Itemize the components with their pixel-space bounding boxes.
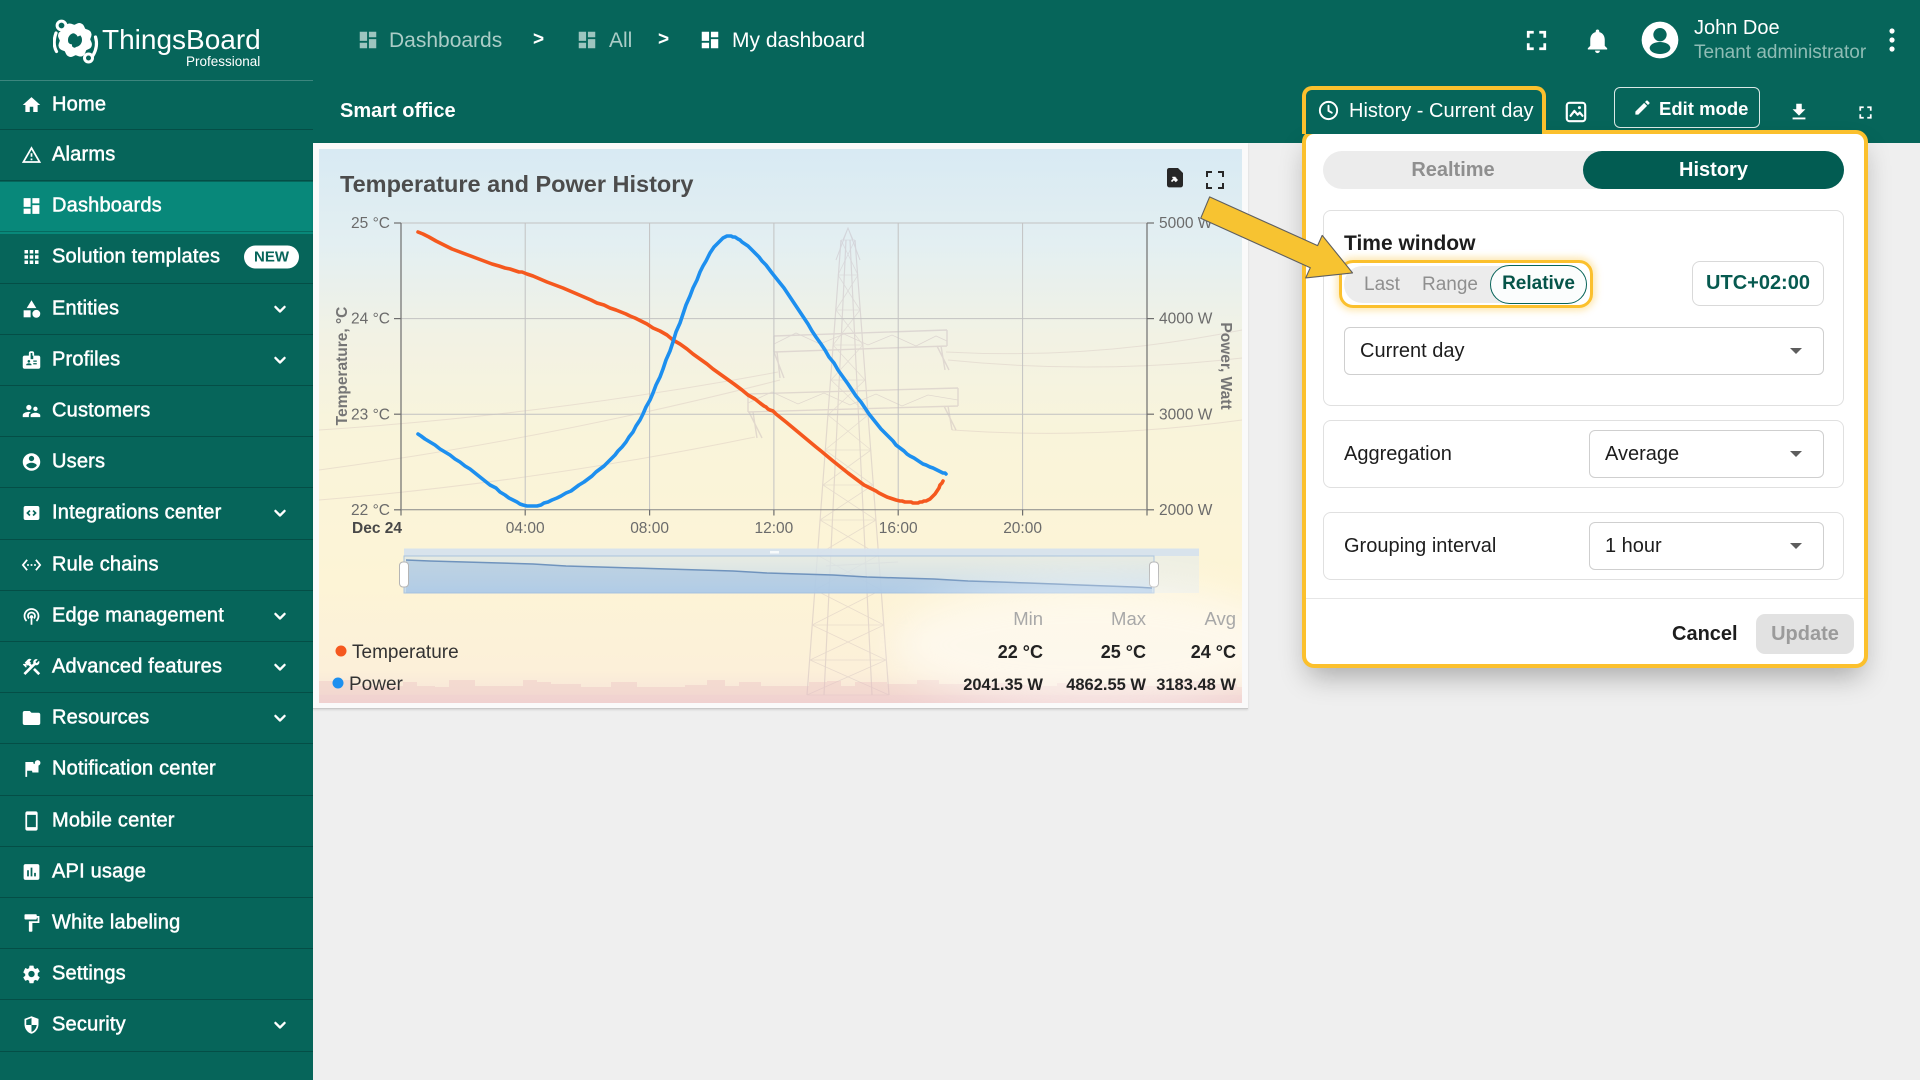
svg-text:3000 W: 3000 W bbox=[1159, 406, 1213, 423]
svg-text:25 °C: 25 °C bbox=[351, 215, 390, 232]
svg-text:22 °C: 22 °C bbox=[351, 502, 390, 519]
svg-text:3183.48 W: 3183.48 W bbox=[1156, 676, 1236, 694]
svg-text:Temperature, °C: Temperature, °C bbox=[334, 307, 351, 426]
svg-text:16:00: 16:00 bbox=[879, 520, 918, 537]
svg-text:Avg: Avg bbox=[1204, 608, 1236, 629]
svg-text:Power, Watt: Power, Watt bbox=[1217, 322, 1234, 409]
svg-text:Min: Min bbox=[1013, 608, 1043, 629]
svg-text:04:00: 04:00 bbox=[506, 520, 545, 537]
svg-text:Power: Power bbox=[349, 674, 404, 695]
svg-text:Temperature: Temperature bbox=[352, 642, 459, 663]
svg-text:12:00: 12:00 bbox=[755, 520, 794, 537]
svg-text:20:00: 20:00 bbox=[1003, 520, 1042, 537]
svg-text:2000 W: 2000 W bbox=[1159, 502, 1213, 519]
svg-text:Dec 24: Dec 24 bbox=[352, 520, 402, 537]
svg-text:22 °C: 22 °C bbox=[998, 642, 1043, 662]
svg-text:08:00: 08:00 bbox=[630, 520, 669, 537]
svg-text:Max: Max bbox=[1111, 608, 1147, 629]
svg-text:25 °C: 25 °C bbox=[1101, 642, 1146, 662]
svg-text:4862.55 W: 4862.55 W bbox=[1066, 676, 1146, 694]
svg-text:4000 W: 4000 W bbox=[1159, 311, 1213, 328]
svg-text:23 °C: 23 °C bbox=[351, 406, 390, 423]
svg-text:24 °C: 24 °C bbox=[1191, 642, 1236, 662]
svg-text:2041.35 W: 2041.35 W bbox=[963, 676, 1043, 694]
svg-text:24 °C: 24 °C bbox=[351, 311, 390, 328]
svg-text:Temperature and Power History: Temperature and Power History bbox=[340, 171, 693, 197]
